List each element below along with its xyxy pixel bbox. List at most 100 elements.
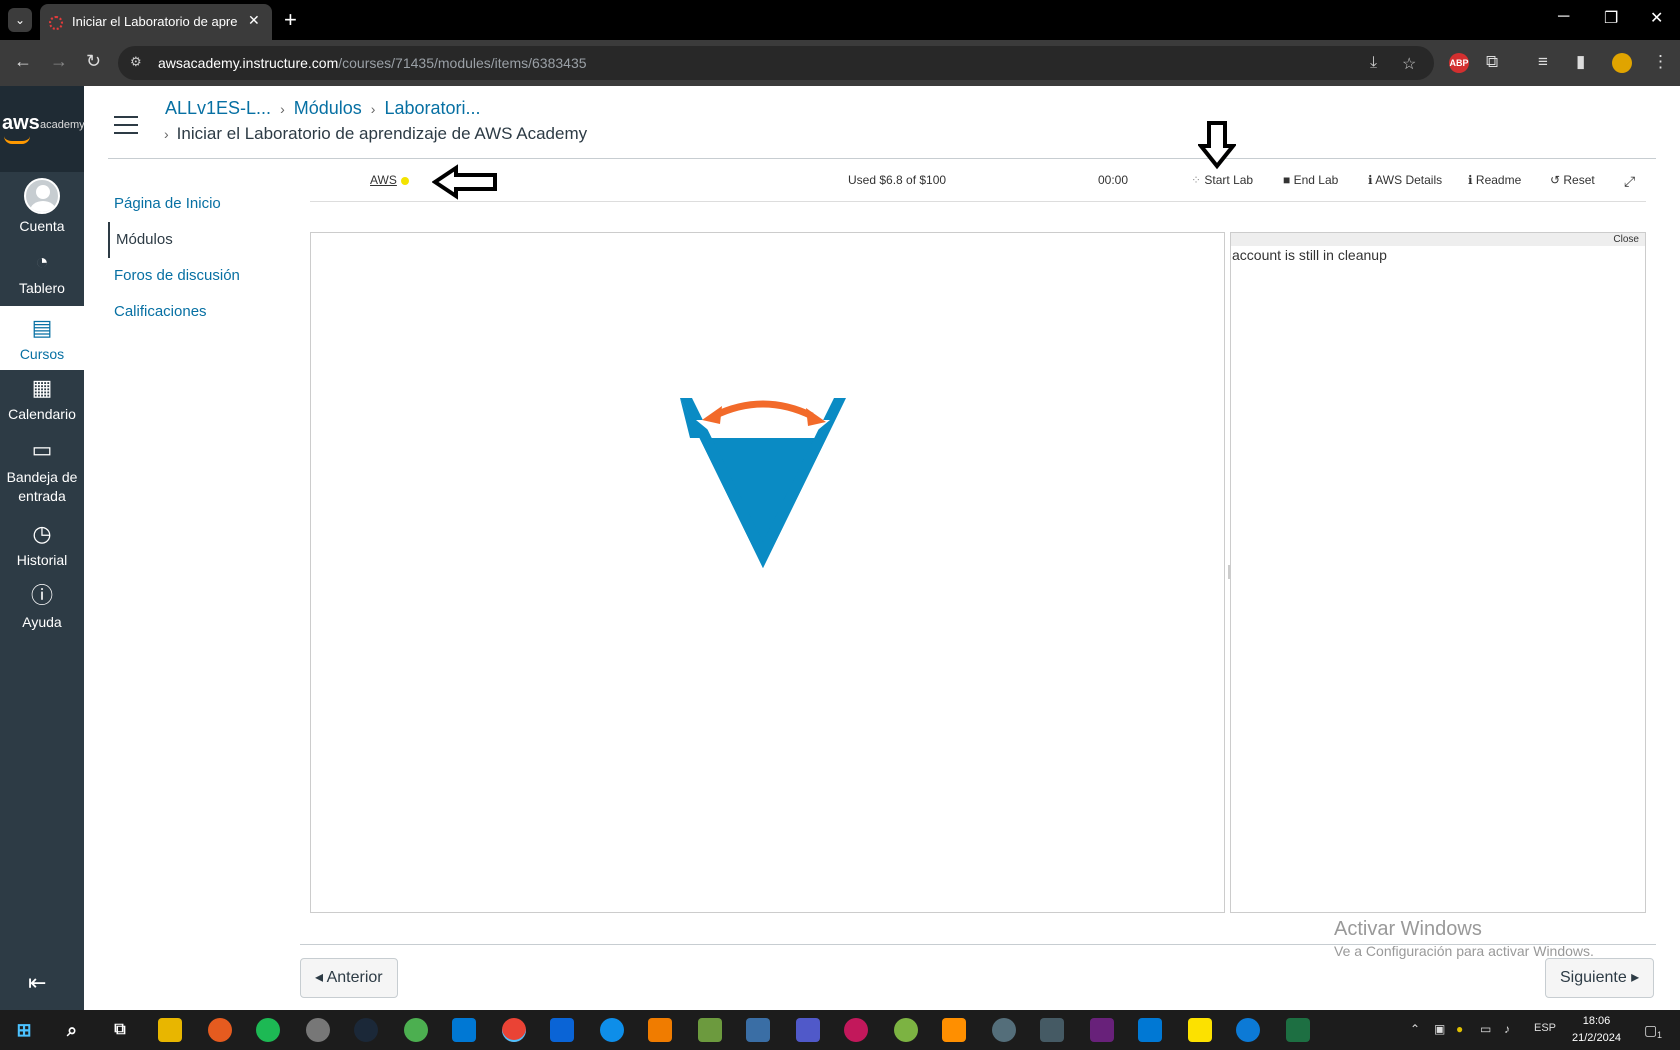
nav-item-calendario[interactable]: ▦ Calendario [0, 374, 84, 422]
teamviewer-icon[interactable] [600, 1018, 624, 1042]
tab-search-button[interactable]: ⌄ [8, 8, 32, 32]
teams-icon[interactable] [796, 1018, 820, 1042]
reload-icon[interactable]: ↻ [86, 51, 101, 72]
course-nav-discussions[interactable]: Foros de discusión [108, 258, 288, 294]
course-nav-grades[interactable]: Calificaciones [108, 294, 288, 330]
tray-status-icon[interactable]: ● [1456, 1022, 1463, 1036]
nav-item-ayuda[interactable]: ⓘ Ayuda [0, 582, 84, 630]
readme-button[interactable]: ℹ Readme [1468, 173, 1521, 187]
nav-item-historial[interactable]: ◷ Historial [0, 520, 84, 568]
breadcrumb: ALLv1ES-L... › Módulos › Laboratori... [165, 98, 481, 118]
calendar-app-icon[interactable] [550, 1018, 574, 1042]
url-text: awsacademy.instructure.com/courses/71435… [158, 55, 587, 71]
mail-icon[interactable] [1138, 1018, 1162, 1042]
app-green-icon[interactable] [894, 1018, 918, 1042]
aws-academy-logo[interactable]: aws academy [0, 86, 85, 172]
volume-icon[interactable]: ♪ [1504, 1022, 1510, 1036]
notepad-icon[interactable] [698, 1018, 722, 1042]
nav-item-cuenta[interactable]: Cuenta [0, 178, 84, 234]
steam-icon[interactable] [354, 1018, 378, 1042]
notifications-icon[interactable]: ▢ [1644, 1022, 1657, 1039]
sublime-icon[interactable] [648, 1018, 672, 1042]
app-disc-icon[interactable] [306, 1018, 330, 1042]
breadcrumb-lab[interactable]: Laboratori... [384, 98, 480, 118]
edge-icon[interactable] [1236, 1018, 1260, 1042]
nav-item-cursos[interactable]: ▤ Cursos [0, 306, 84, 370]
new-tab-button[interactable]: + [284, 7, 297, 33]
taskbar-clock[interactable]: 18:06 21/2/2024 [1572, 1013, 1621, 1047]
next-button[interactable]: Siguiente ▸ [1545, 958, 1655, 998]
course-nav-home[interactable]: Página de Inicio [108, 186, 288, 222]
browser-tab-active[interactable]: Iniciar el Laboratorio de aprend ✕ [40, 4, 272, 40]
extensions-puzzle-icon[interactable]: ⧉ [1486, 52, 1498, 72]
task-view-icon[interactable]: ⧉ [108, 1018, 132, 1042]
chrome-icon[interactable] [502, 1018, 526, 1042]
info-icon: ℹ [1468, 173, 1476, 187]
aws-details-button[interactable]: ℹ AWS Details [1368, 173, 1442, 187]
browser-toolbar: ← → ↻ ⚙ awsacademy.instructure.com/cours… [0, 40, 1680, 86]
browser-tab-strip: ⌄ Iniciar el Laboratorio de aprend ✕ + ─… [0, 0, 1680, 40]
spinner-icon: ⁘ [1191, 173, 1205, 187]
language-indicator[interactable]: ESP [1534, 1022, 1556, 1034]
end-lab-button[interactable]: ■ End Lab [1283, 173, 1338, 187]
course-nav-modules[interactable]: Módulos [108, 222, 288, 258]
lab-terminal-panel[interactable] [310, 232, 1225, 913]
app-orange-icon[interactable] [942, 1018, 966, 1042]
virtualbox-icon[interactable] [746, 1018, 770, 1042]
sticky-notes-icon[interactable] [1188, 1018, 1212, 1042]
restore-button[interactable]: ❐ [1604, 8, 1618, 28]
side-panel-icon[interactable]: ▮ [1576, 52, 1585, 72]
previous-button[interactable]: ◂ Anterior [300, 958, 398, 998]
utorrent-icon[interactable] [404, 1018, 428, 1042]
forward-arrow-icon[interactable]: → [50, 51, 68, 72]
breadcrumb-modules[interactable]: Módulos [294, 98, 362, 118]
firefox-icon[interactable] [208, 1018, 232, 1042]
excel-icon[interactable] [1286, 1018, 1310, 1042]
clock-icon: ◷ [32, 521, 52, 546]
adblock-plus-icon[interactable]: ABP [1449, 53, 1469, 73]
media-controls-icon[interactable]: ≡ [1538, 52, 1548, 72]
network-icon[interactable]: ▭ [1480, 1022, 1491, 1036]
install-app-icon[interactable]: ⤓ [1370, 54, 1377, 72]
annotation-arrow-down-icon [1198, 121, 1236, 170]
file-explorer-icon[interactable] [158, 1018, 182, 1042]
address-bar[interactable]: ⚙ awsacademy.instructure.com/courses/714… [118, 46, 1434, 80]
breadcrumb-course[interactable]: ALLv1ES-L... [165, 98, 271, 118]
visual-studio-icon[interactable] [1090, 1018, 1114, 1042]
stop-square-icon: ■ [1283, 173, 1294, 187]
settings-app-icon[interactable] [992, 1018, 1016, 1042]
search-icon[interactable]: ⌕ [60, 1018, 84, 1042]
back-arrow-icon[interactable]: ← [14, 51, 32, 72]
vscode-icon[interactable] [452, 1018, 476, 1042]
chrome-menu-icon[interactable]: ⋮ [1652, 52, 1669, 72]
tray-app-icon[interactable]: ▣ [1434, 1022, 1445, 1036]
fullscreen-icon[interactable]: ⤢ [1624, 173, 1635, 190]
bookmark-star-icon[interactable]: ☆ [1402, 54, 1416, 74]
windows-start-icon[interactable]: ⊞ [12, 1018, 36, 1042]
start-lab-button[interactable]: ⁘ Start Lab [1191, 173, 1253, 187]
header-divider [108, 158, 1656, 159]
spotify-icon[interactable] [256, 1018, 280, 1042]
calendar-icon: ▦ [31, 375, 53, 400]
minimize-button[interactable]: ─ [1558, 8, 1569, 26]
app-pink-icon[interactable] [844, 1018, 868, 1042]
reset-button[interactable]: ↺ Reset [1550, 173, 1595, 187]
notification-count: 1 [1657, 1030, 1663, 1040]
loading-favicon-icon [49, 16, 63, 30]
course-menu-hamburger-icon[interactable] [114, 116, 138, 140]
nav-item-tablero[interactable]: ◔ Tablero [0, 248, 84, 296]
app-grey-icon[interactable] [1040, 1018, 1064, 1042]
tab-close-icon[interactable]: ✕ [248, 12, 260, 29]
nav-item-bandeja[interactable]: ▭ Bandeja de entrada [0, 436, 84, 506]
aws-console-link[interactable]: AWS [370, 173, 409, 187]
site-info-icon[interactable]: ⚙ [130, 54, 142, 70]
aws-status-dot [400, 176, 409, 185]
budget-text: Used $6.8 of $100 [848, 173, 947, 187]
profile-avatar-icon[interactable] [1612, 53, 1632, 73]
collapse-nav-icon[interactable]: ⇤ [28, 970, 46, 996]
tray-chevron-icon[interactable]: ⌃ [1410, 1022, 1420, 1036]
panel-close-button[interactable]: Close [1613, 234, 1639, 245]
close-window-button[interactable]: ✕ [1650, 8, 1663, 28]
help-icon: ⓘ [30, 583, 53, 608]
tab-title: Iniciar el Laboratorio de aprend [72, 14, 237, 29]
